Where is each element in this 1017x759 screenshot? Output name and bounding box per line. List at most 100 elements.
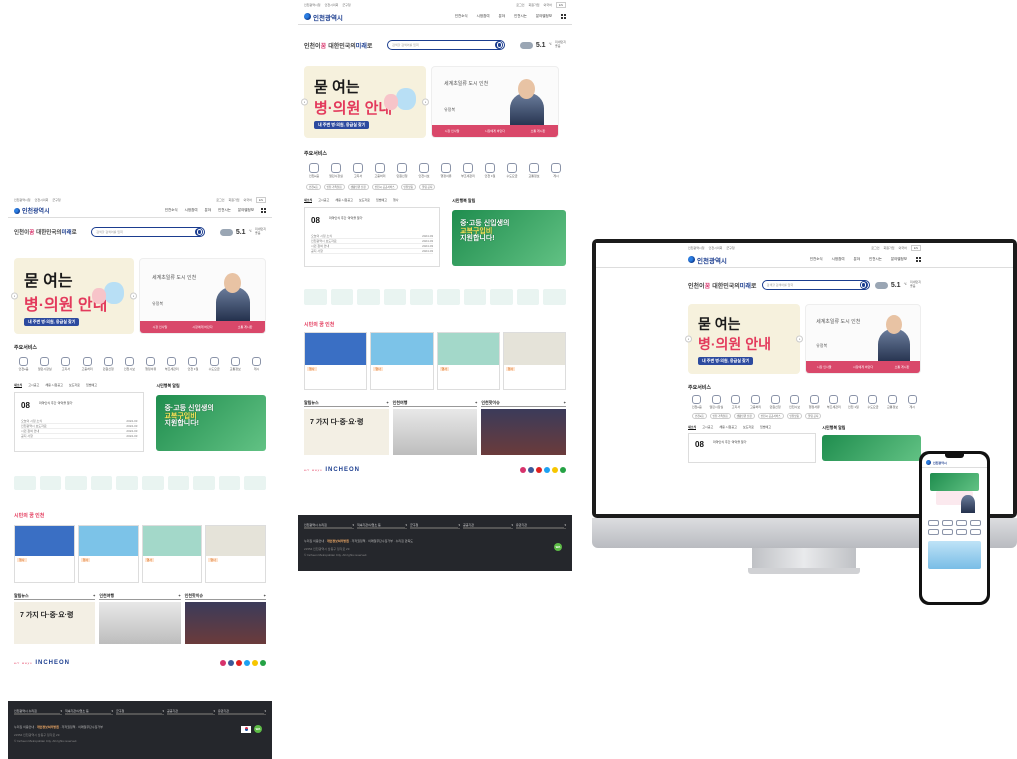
nav-item[interactable]: 인천소식 xyxy=(165,208,178,213)
tab-news[interactable]: 새소식 xyxy=(688,425,697,430)
service-item[interactable]: 수도요금 xyxy=(205,357,224,371)
nav-item[interactable]: 분야별정보 xyxy=(238,208,254,213)
util-link[interactable]: 군구청 xyxy=(52,198,60,202)
tab-notice[interactable]: 고시공고 xyxy=(702,425,713,430)
service-item[interactable]: 교통정보 xyxy=(226,357,245,371)
service-item[interactable]: 열린시장실 xyxy=(326,163,346,178)
tab-press[interactable]: 보도자료 xyxy=(69,383,80,388)
login-link[interactable]: 로그인 xyxy=(516,3,524,7)
service-item[interactable]: 인천 1일 xyxy=(480,163,500,178)
prev-arrow-icon[interactable]: ‹ xyxy=(301,98,308,106)
twitter-icon[interactable] xyxy=(244,660,250,666)
more-icon[interactable]: + xyxy=(386,400,388,406)
kakao-icon[interactable] xyxy=(552,467,558,473)
nav-item[interactable]: 분야 xyxy=(499,14,505,19)
feature-card[interactable]: 행사 xyxy=(502,332,566,390)
service-item[interactable]: 게시 xyxy=(546,163,566,178)
service-item[interactable]: 인천e음 xyxy=(304,163,324,178)
tab-press[interactable]: 보도자료 xyxy=(743,425,754,430)
nav-item[interactable]: 인천시는 xyxy=(869,257,882,262)
news-headline[interactable]: 마약인식 주간 '마약을 알기' xyxy=(39,401,73,405)
promo-banner[interactable]: 중·고등 신입생의 교복구입비 지원합니다! xyxy=(452,210,566,266)
util-link[interactable]: 인천시의회 xyxy=(709,246,723,250)
tab-notice[interactable]: 고시공고 xyxy=(318,198,329,203)
tab-recruit[interactable]: 채용·시험공고 xyxy=(719,425,737,430)
service-item[interactable]: 부조세관리 xyxy=(458,163,478,178)
lang-en-button[interactable]: EN xyxy=(555,1,566,8)
util-link[interactable]: 인천시의회 xyxy=(35,198,49,202)
util-link[interactable]: 군구청 xyxy=(726,246,734,250)
feature-card[interactable]: 행사 xyxy=(436,332,500,390)
service-item[interactable]: 행정서류 xyxy=(141,357,160,371)
tab-law[interactable]: 입법예고 xyxy=(86,383,97,388)
service-item[interactable]: 열린시장실 xyxy=(35,357,54,371)
nav-item[interactable]: 분야 xyxy=(205,208,211,213)
tab-news[interactable]: 새소식 xyxy=(14,383,23,388)
phone-promo[interactable] xyxy=(928,541,981,569)
nav-item[interactable]: 분야별정보 xyxy=(536,14,552,19)
service-item[interactable]: 부조세관리 xyxy=(162,357,181,371)
tab-recruit[interactable]: 채용·시험공고 xyxy=(45,383,63,388)
service-item[interactable]: 고충처리 xyxy=(370,163,390,178)
service-item[interactable]: 인천 1일 xyxy=(845,395,863,409)
service-item[interactable]: 고지서 xyxy=(348,163,368,178)
site-logo[interactable]: 인천광역시 xyxy=(14,206,50,215)
service-item[interactable]: 행정서류 xyxy=(436,163,456,178)
language-link[interactable]: 외국어 xyxy=(244,198,252,202)
util-link[interactable]: 인천광역시청 xyxy=(14,198,31,202)
feature-card[interactable]: 행사 xyxy=(141,525,203,583)
signup-link[interactable]: 회원가입 xyxy=(529,3,540,7)
language-link[interactable]: 외국어 xyxy=(544,3,552,7)
promo-banner[interactable] xyxy=(822,435,921,461)
tab-notice[interactable]: 고시공고 xyxy=(28,383,39,388)
login-link[interactable]: 로그인 xyxy=(871,246,879,250)
nav-item[interactable]: 분야 xyxy=(854,257,860,262)
service-item[interactable]: 교통정보 xyxy=(884,395,902,409)
tab-law[interactable]: 입법예고 xyxy=(376,198,387,203)
nav-item[interactable]: 인천시는 xyxy=(514,14,527,19)
feature-card[interactable]: 행사 xyxy=(205,525,266,583)
more-icon[interactable]: + xyxy=(564,400,566,406)
service-item[interactable]: 부조세관리 xyxy=(825,395,843,409)
facebook-icon[interactable] xyxy=(228,660,234,666)
service-item[interactable]: 고지서 xyxy=(56,357,75,371)
signup-link[interactable]: 회원가입 xyxy=(229,198,240,202)
service-item[interactable]: 교통정보 xyxy=(524,163,544,178)
service-item[interactable]: 고충처리 xyxy=(78,357,97,371)
feature-card[interactable]: 행사 xyxy=(14,525,75,583)
more-icon[interactable]: + xyxy=(93,593,95,599)
kakao-icon[interactable] xyxy=(252,660,258,666)
tab-recruit[interactable]: 채용·시험공고 xyxy=(335,198,353,203)
service-item[interactable]: 수도요금 xyxy=(502,163,522,178)
nav-item[interactable]: 인천시는 xyxy=(218,208,231,213)
nav-item[interactable]: 시정참여 xyxy=(185,208,198,213)
search-icon[interactable] xyxy=(495,41,504,49)
feature-card[interactable]: 행사 xyxy=(370,332,434,390)
search-icon[interactable] xyxy=(859,281,868,289)
news-headline[interactable]: 마약인식 주간 '마약을 알기' xyxy=(713,440,747,444)
mayor-banner[interactable]: 세계초일류 도시 인천 유정복 시장 인사말 시장에게 바란다 소통 게시판 xyxy=(805,304,921,374)
service-item[interactable]: 인천e음 xyxy=(688,395,706,409)
more-icon[interactable]: + xyxy=(475,400,477,406)
prev-arrow-icon[interactable]: ‹ xyxy=(11,292,18,300)
service-item[interactable]: 민원신청 xyxy=(392,163,412,178)
nav-item[interactable]: 인천소식 xyxy=(455,14,468,19)
next-arrow-icon[interactable]: › xyxy=(796,335,804,343)
service-item[interactable]: 인천e음 xyxy=(14,357,33,371)
all-menu-icon[interactable] xyxy=(261,208,266,213)
util-link[interactable]: 인천시의회 xyxy=(325,3,339,7)
promo-banner[interactable]: 중·고등 신입생의 교복구입비 지원합니다! xyxy=(156,395,266,451)
mayor-banner[interactable]: 세계초일류 도시 인천 유정복 시장 인사말 시장에게 바란다 소통 게시판 xyxy=(139,258,266,334)
prev-arrow-icon[interactable]: ‹ xyxy=(685,335,692,343)
nav-item[interactable]: 시정참여 xyxy=(477,14,490,19)
site-logo[interactable]: 인천광역시 xyxy=(688,255,727,265)
blog-icon[interactable] xyxy=(260,660,266,666)
more-icon[interactable]: + xyxy=(264,593,266,599)
hospital-banner[interactable]: 묻 여는 병·의원 안내 내 주변 병·의원, 응급실 찾기 ‹ › xyxy=(301,66,429,138)
hospital-banner[interactable]: 묻 여는 병·의원 안내 내 주변 병·의원, 응급실 찾기 ‹ › xyxy=(685,304,804,374)
next-arrow-icon[interactable]: › xyxy=(422,98,429,106)
facebook-icon[interactable] xyxy=(528,467,534,473)
tab-press[interactable]: 보도자료 xyxy=(359,198,370,203)
tab-news[interactable]: 새소식 xyxy=(304,198,313,203)
service-item[interactable]: 인천시보 xyxy=(414,163,434,178)
